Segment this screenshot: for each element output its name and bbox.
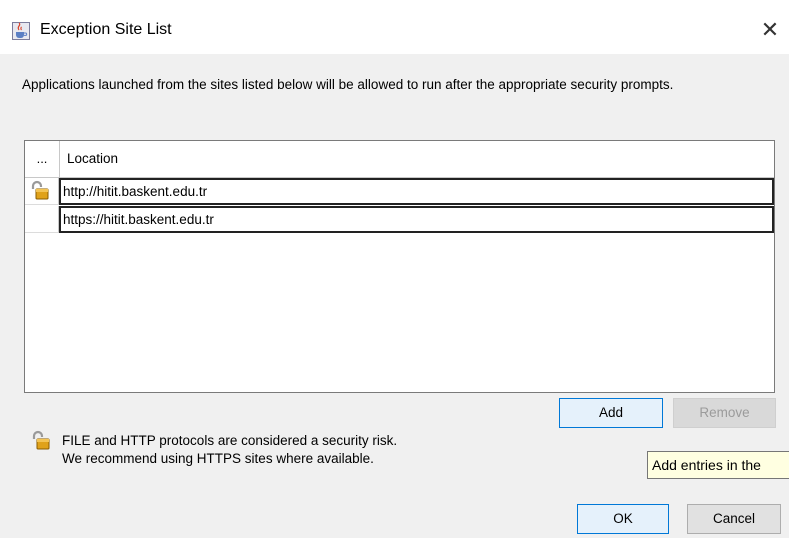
lock-icon xyxy=(29,180,51,202)
exception-site-list-dialog: Exception Site List ✕ Applications launc… xyxy=(0,0,789,538)
java-cup-icon xyxy=(12,22,30,40)
security-warning-text: FILE and HTTP protocols are considered a… xyxy=(62,432,397,468)
location-cell[interactable]: https://hitit.baskent.edu.tr xyxy=(59,206,774,233)
ok-button[interactable]: OK xyxy=(577,504,669,534)
row-icon-cell xyxy=(25,178,59,205)
column-header-ellipsis[interactable]: ... xyxy=(25,141,60,177)
description-text: Applications launched from the sites lis… xyxy=(22,77,674,92)
top-strip xyxy=(0,0,789,8)
add-button[interactable]: Add xyxy=(559,398,663,428)
add-tooltip: Add entries in the xyxy=(647,451,789,479)
table-row[interactable]: https://hitit.baskent.edu.tr xyxy=(25,206,774,233)
table-row[interactable]: http://hitit.baskent.edu.tr xyxy=(25,178,774,205)
title-bar[interactable]: Exception Site List ✕ xyxy=(0,8,789,54)
row-icon-cell xyxy=(25,206,59,233)
exception-site-table[interactable]: ... Location http://hitit.baskent.edu.tr… xyxy=(24,140,775,393)
remove-button[interactable]: Remove xyxy=(673,398,776,428)
table-header: ... Location xyxy=(25,141,774,178)
location-cell[interactable]: http://hitit.baskent.edu.tr xyxy=(59,178,774,205)
column-header-location[interactable]: Location xyxy=(67,141,118,177)
lock-icon xyxy=(30,430,52,452)
warning-line-2: We recommend using HTTPS sites where ava… xyxy=(62,451,374,466)
window-title: Exception Site List xyxy=(40,21,172,38)
cancel-button[interactable]: Cancel xyxy=(687,504,781,534)
warning-line-1: FILE and HTTP protocols are considered a… xyxy=(62,433,398,448)
close-button[interactable]: ✕ xyxy=(753,14,787,46)
